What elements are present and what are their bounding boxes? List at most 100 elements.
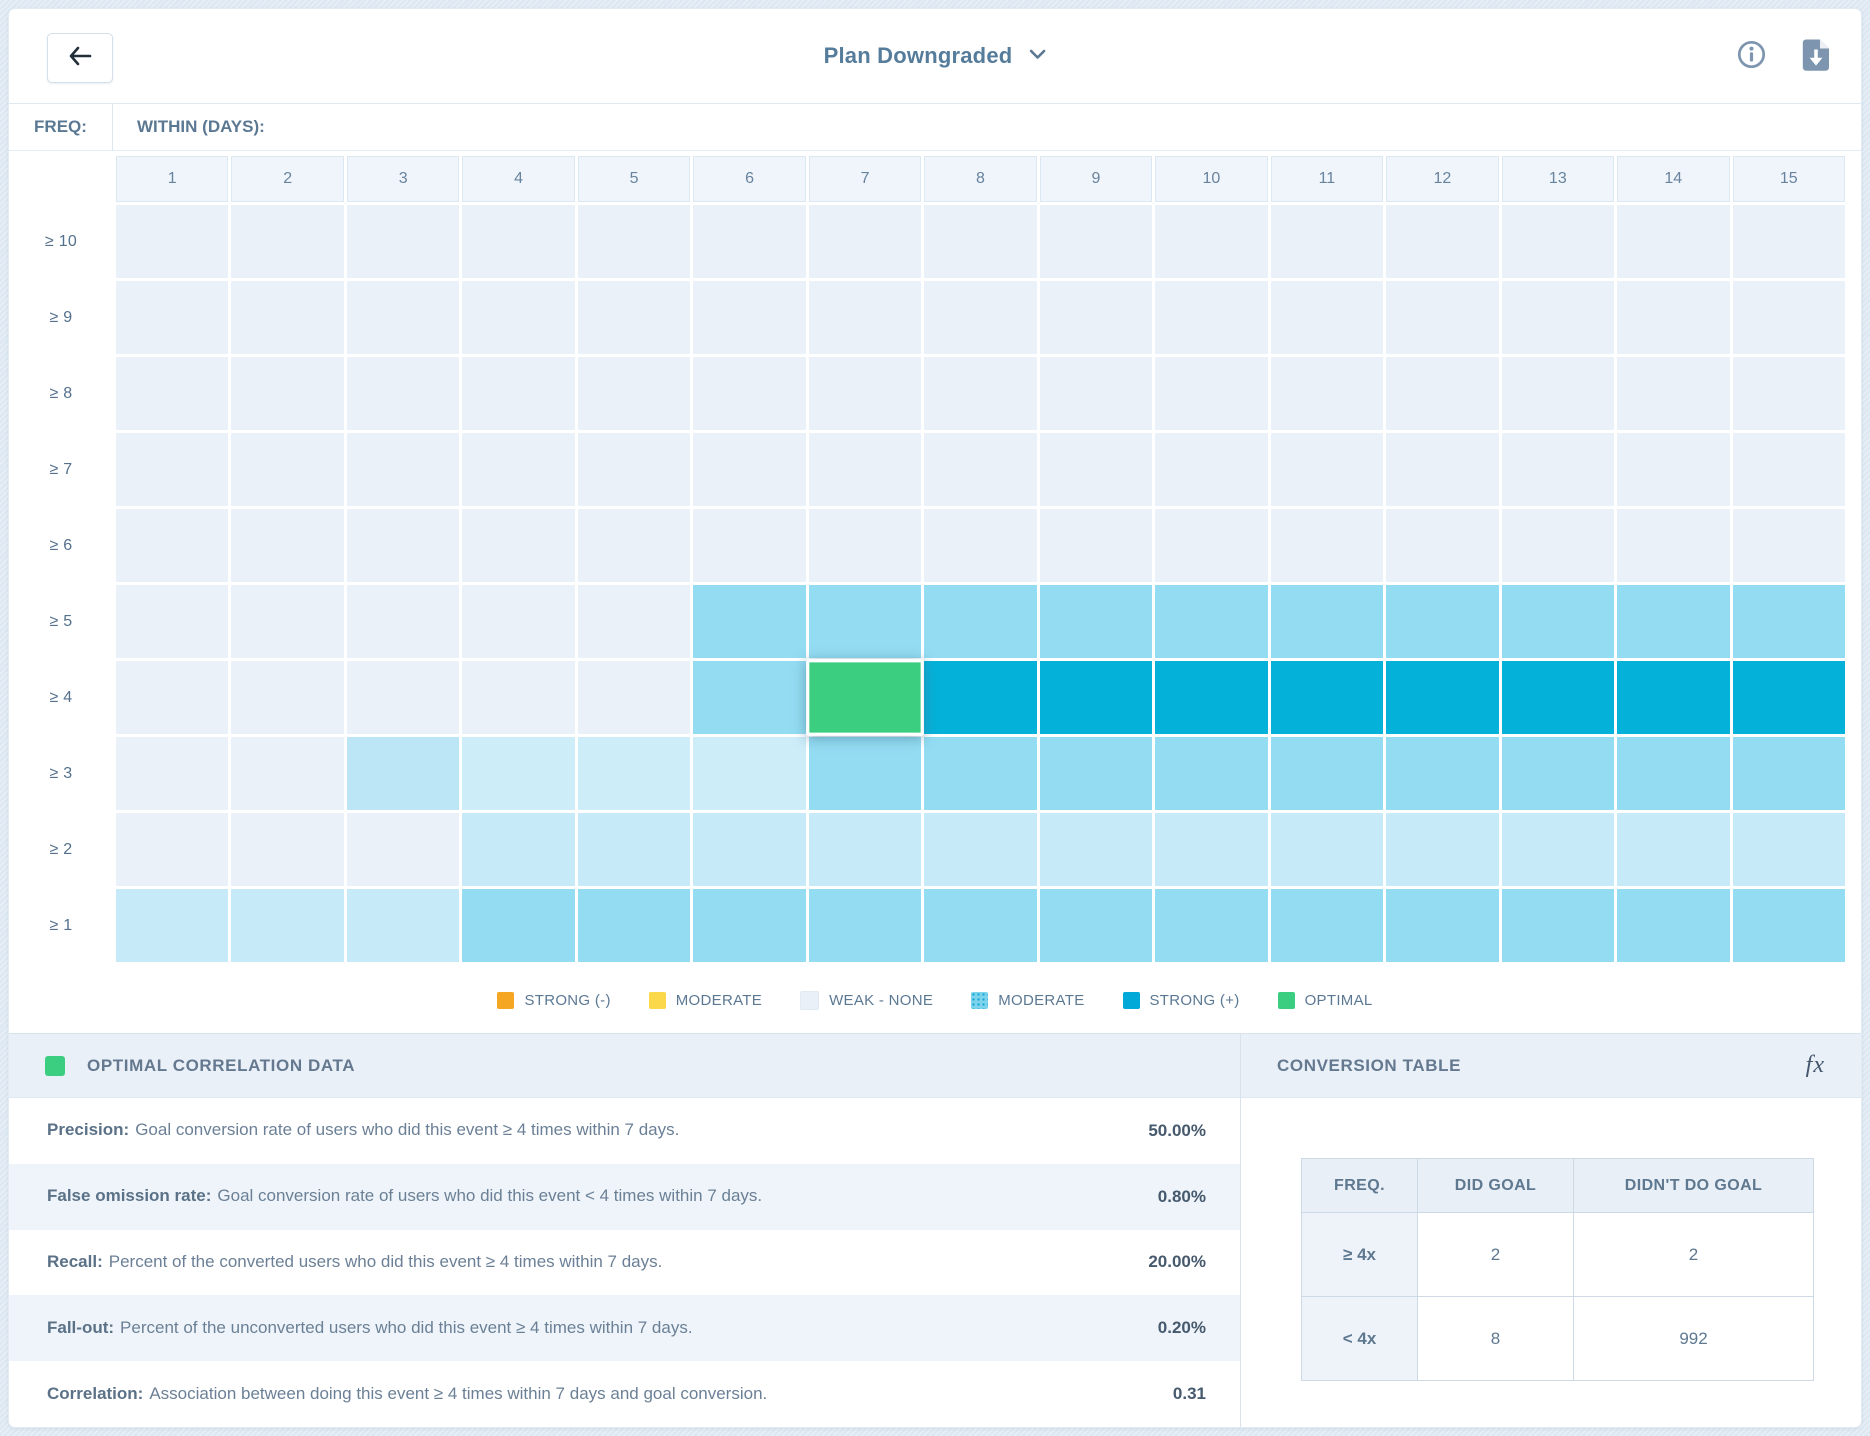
formula-fx-icon[interactable]: fx bbox=[1806, 1052, 1825, 1079]
heatmap-cell[interactable] bbox=[924, 585, 1036, 658]
heatmap-cell[interactable] bbox=[347, 737, 459, 810]
back-button[interactable] bbox=[47, 33, 113, 83]
heatmap-cell[interactable] bbox=[1155, 281, 1267, 354]
heatmap-cell[interactable] bbox=[1617, 889, 1729, 962]
heatmap-cell[interactable] bbox=[1271, 281, 1383, 354]
heatmap-cell[interactable] bbox=[578, 357, 690, 430]
heatmap-cell[interactable] bbox=[116, 433, 228, 506]
heatmap-cell[interactable] bbox=[1502, 509, 1614, 582]
heatmap-cell[interactable] bbox=[1617, 813, 1729, 886]
heatmap-cell[interactable] bbox=[809, 281, 921, 354]
heatmap-cell[interactable] bbox=[924, 357, 1036, 430]
heatmap-cell[interactable] bbox=[1271, 433, 1383, 506]
heatmap-cell[interactable] bbox=[1617, 661, 1729, 734]
heatmap-cell[interactable] bbox=[809, 357, 921, 430]
info-button[interactable] bbox=[1732, 35, 1771, 77]
heatmap-cell[interactable] bbox=[462, 661, 574, 734]
heatmap-cell[interactable] bbox=[1502, 433, 1614, 506]
heatmap-cell[interactable] bbox=[462, 813, 574, 886]
heatmap-cell[interactable] bbox=[347, 281, 459, 354]
heatmap-cell[interactable] bbox=[1155, 509, 1267, 582]
heatmap-cell[interactable] bbox=[116, 509, 228, 582]
heatmap-cell[interactable] bbox=[1502, 737, 1614, 810]
heatmap-cell[interactable] bbox=[116, 661, 228, 734]
heatmap-cell[interactable] bbox=[231, 205, 343, 278]
heatmap-cell[interactable] bbox=[1733, 737, 1845, 810]
heatmap-cell[interactable] bbox=[809, 889, 921, 962]
heatmap-cell[interactable] bbox=[693, 813, 805, 886]
heatmap-cell[interactable] bbox=[578, 813, 690, 886]
heatmap-cell[interactable] bbox=[924, 205, 1036, 278]
heatmap-cell[interactable] bbox=[1617, 357, 1729, 430]
heatmap-cell[interactable] bbox=[578, 205, 690, 278]
heatmap-cell[interactable] bbox=[231, 509, 343, 582]
heatmap-cell[interactable] bbox=[231, 737, 343, 810]
heatmap-cell[interactable] bbox=[1733, 813, 1845, 886]
heatmap-cell[interactable] bbox=[1155, 433, 1267, 506]
heatmap-cell[interactable] bbox=[1386, 433, 1498, 506]
heatmap-cell[interactable] bbox=[809, 737, 921, 810]
heatmap-cell[interactable] bbox=[1040, 585, 1152, 658]
heatmap-cell[interactable] bbox=[116, 205, 228, 278]
heatmap-cell[interactable] bbox=[347, 509, 459, 582]
heatmap-cell[interactable] bbox=[1502, 661, 1614, 734]
heatmap-cell[interactable] bbox=[1733, 433, 1845, 506]
heatmap-cell[interactable] bbox=[462, 585, 574, 658]
heatmap-cell[interactable] bbox=[1386, 813, 1498, 886]
heatmap-cell[interactable] bbox=[693, 509, 805, 582]
heatmap-cell[interactable] bbox=[231, 813, 343, 886]
heatmap-cell[interactable] bbox=[1386, 357, 1498, 430]
heatmap-cell[interactable] bbox=[1271, 661, 1383, 734]
heatmap-cell[interactable] bbox=[1040, 357, 1152, 430]
heatmap-cell[interactable] bbox=[1733, 585, 1845, 658]
heatmap-cell[interactable] bbox=[1617, 585, 1729, 658]
heatmap-cell[interactable] bbox=[1386, 205, 1498, 278]
heatmap-cell[interactable] bbox=[1040, 205, 1152, 278]
heatmap-cell[interactable] bbox=[231, 889, 343, 962]
heatmap-cell[interactable] bbox=[1155, 357, 1267, 430]
heatmap-cell[interactable] bbox=[116, 889, 228, 962]
heatmap-cell[interactable] bbox=[1040, 509, 1152, 582]
heatmap-cell[interactable] bbox=[347, 357, 459, 430]
heatmap-cell[interactable] bbox=[924, 433, 1036, 506]
heatmap-cell[interactable] bbox=[1155, 737, 1267, 810]
heatmap-cell[interactable] bbox=[462, 205, 574, 278]
heatmap-cell[interactable] bbox=[578, 661, 690, 734]
heatmap-cell[interactable] bbox=[1733, 661, 1845, 734]
heatmap-cell[interactable] bbox=[578, 433, 690, 506]
heatmap-cell[interactable] bbox=[1386, 585, 1498, 658]
heatmap-cell[interactable] bbox=[1617, 281, 1729, 354]
heatmap-cell[interactable] bbox=[1733, 205, 1845, 278]
heatmap-cell[interactable] bbox=[231, 433, 343, 506]
heatmap-cell[interactable] bbox=[347, 433, 459, 506]
heatmap-cell[interactable] bbox=[578, 281, 690, 354]
heatmap-cell[interactable] bbox=[1733, 281, 1845, 354]
heatmap-cell[interactable] bbox=[1386, 889, 1498, 962]
heatmap-cell[interactable] bbox=[1155, 813, 1267, 886]
heatmap-cell[interactable] bbox=[116, 281, 228, 354]
heatmap-cell[interactable] bbox=[1733, 889, 1845, 962]
heatmap-cell[interactable] bbox=[1271, 585, 1383, 658]
heatmap-cell[interactable] bbox=[1502, 585, 1614, 658]
heatmap-cell[interactable] bbox=[578, 737, 690, 810]
heatmap-cell[interactable] bbox=[693, 889, 805, 962]
heatmap-cell[interactable] bbox=[1617, 737, 1729, 810]
heatmap-cell[interactable] bbox=[1502, 205, 1614, 278]
heatmap-cell[interactable] bbox=[1271, 509, 1383, 582]
heatmap-cell-selected-optimal[interactable] bbox=[806, 659, 924, 736]
heatmap-cell[interactable] bbox=[1733, 357, 1845, 430]
heatmap-cell[interactable] bbox=[1386, 509, 1498, 582]
heatmap-cell[interactable] bbox=[693, 281, 805, 354]
heatmap-cell[interactable] bbox=[1040, 737, 1152, 810]
heatmap-cell[interactable] bbox=[1386, 661, 1498, 734]
heatmap-cell[interactable] bbox=[1502, 281, 1614, 354]
heatmap-cell[interactable] bbox=[347, 889, 459, 962]
heatmap-cell[interactable] bbox=[578, 509, 690, 582]
heatmap-cell[interactable] bbox=[1271, 357, 1383, 430]
heatmap-cell[interactable] bbox=[347, 813, 459, 886]
heatmap-cell[interactable] bbox=[462, 509, 574, 582]
heatmap-cell[interactable] bbox=[693, 737, 805, 810]
heatmap-cell[interactable] bbox=[924, 509, 1036, 582]
heatmap-cell[interactable] bbox=[1271, 889, 1383, 962]
heatmap-cell[interactable] bbox=[1271, 813, 1383, 886]
